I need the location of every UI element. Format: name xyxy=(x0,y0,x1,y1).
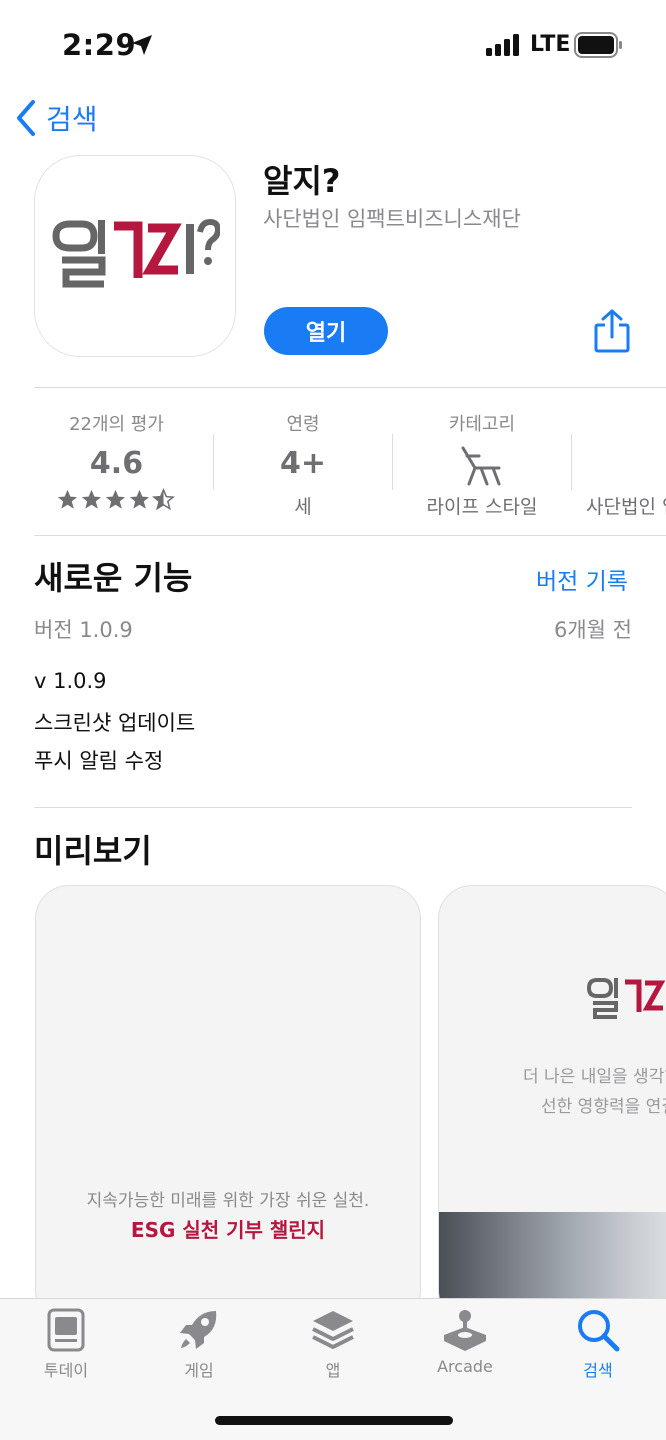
screenshot-headline: ESG 실천 기부 챌린지 xyxy=(130,1218,326,1242)
today-icon xyxy=(47,1308,85,1352)
ratings-label: 22개의 평가 xyxy=(69,414,164,435)
lounge-chair-icon xyxy=(461,446,501,486)
tab-label: 검색 xyxy=(583,1361,613,1380)
star-icon xyxy=(105,489,126,509)
rating-stars xyxy=(56,488,175,511)
search-icon xyxy=(578,1310,620,1352)
info-age[interactable]: 연령 4+ 세 xyxy=(214,388,392,534)
star-half-icon xyxy=(152,488,175,511)
tab-arcade[interactable]: Arcade xyxy=(410,1307,520,1387)
age-sub: 세 xyxy=(294,496,312,518)
age-value: 4+ xyxy=(279,446,326,481)
tab-label: 앱 xyxy=(325,1361,341,1380)
status-bar: 2:29 LTE xyxy=(0,0,666,88)
tab-games[interactable]: 게임 xyxy=(144,1307,254,1387)
back-button[interactable]: 검색 xyxy=(14,96,98,140)
back-label: 검색 xyxy=(46,103,98,136)
app-developer-link[interactable]: 사단법인 임팩트비즈니스재단 xyxy=(263,203,521,233)
whats-new-title: 새로운 기능 xyxy=(34,559,193,597)
screenshot-caption: 지속가능한 미래를 위한 가장 쉬운 실천. xyxy=(86,1191,370,1211)
preview-screenshot-1[interactable]: 지속가능한 미래를 위한 가장 쉬운 실천. ESG 실천 기부 챌린지 xyxy=(35,885,421,1325)
section-divider xyxy=(34,807,632,808)
category-value: 라이프 스타일 xyxy=(426,496,538,518)
version-label: 버전 1.0.9 xyxy=(34,618,133,642)
info-divider xyxy=(34,535,666,536)
tab-today[interactable]: 투데이 xyxy=(11,1307,121,1387)
info-category[interactable]: 카테고리 라이프 스타일 xyxy=(393,388,571,534)
release-note: 스크린샷 업데이트 xyxy=(34,711,196,735)
tab-search[interactable]: 검색 xyxy=(543,1307,653,1387)
home-indicator xyxy=(215,1416,453,1425)
release-note: 푸시 알림 수정 xyxy=(34,749,164,773)
info-ratings[interactable]: 22개의 평가 4.6 xyxy=(20,388,213,534)
app-icon xyxy=(34,155,236,357)
screenshot-photo xyxy=(439,1212,666,1312)
cellular-signal-icon xyxy=(486,34,519,56)
open-button[interactable]: 열기 xyxy=(264,307,388,355)
app-logo xyxy=(52,218,220,288)
star-icon xyxy=(57,489,78,509)
screenshot-text-line: 더 나은 내일을 생각하 xyxy=(523,1067,666,1087)
star-icon xyxy=(81,489,102,509)
tab-label: Arcade xyxy=(437,1357,493,1376)
age-label: 연령 xyxy=(286,414,320,435)
battery-icon xyxy=(574,32,622,58)
release-note: v 1.0.9 xyxy=(34,669,107,693)
layers-icon xyxy=(312,1311,354,1349)
share-icon[interactable] xyxy=(593,309,631,353)
screenshot-logo xyxy=(586,978,666,1019)
preview-title: 미리보기 xyxy=(34,832,152,870)
screenshot-text-line: 선한 영향력을 연결 xyxy=(541,1097,666,1117)
version-history-link[interactable]: 버전 기록 xyxy=(536,562,628,596)
tab-label: 투데이 xyxy=(43,1361,89,1380)
developer-value: 사단법인 임팩트비즈니스재단 xyxy=(586,496,666,518)
joystick-icon xyxy=(444,1310,486,1351)
chevron-left-icon xyxy=(17,100,35,136)
network-type: LTE xyxy=(530,32,571,57)
rocket-icon xyxy=(180,1311,217,1349)
star-icon xyxy=(129,489,150,509)
status-time: 2:29 xyxy=(62,28,137,62)
tab-label: 게임 xyxy=(184,1361,214,1380)
ratings-value: 4.6 xyxy=(89,446,144,481)
category-label: 카테고리 xyxy=(448,414,516,435)
release-date: 6개월 전 xyxy=(554,618,632,642)
preview-screenshot-2[interactable]: 더 나은 내일을 생각하 선한 영향력을 연결 xyxy=(438,885,666,1325)
info-developer[interactable]: 사단법인 임팩트비즈니스재단 xyxy=(572,388,666,534)
location-arrow-icon xyxy=(132,35,152,55)
tab-apps[interactable]: 앱 xyxy=(278,1307,388,1387)
app-title: 알지? xyxy=(263,162,341,200)
